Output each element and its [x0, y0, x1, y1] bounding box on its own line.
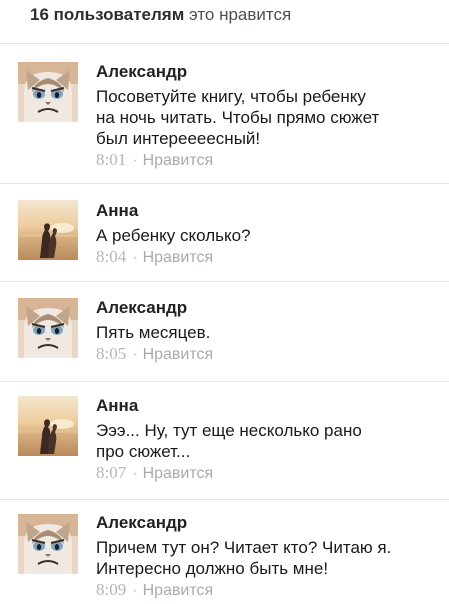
- comment-item: Анна А ребенку сколько? 8:04 · Нравится: [0, 184, 449, 282]
- comment-item: Александр Посоветуйте книгу, чтобы ребен…: [0, 44, 449, 184]
- avatar[interactable]: [18, 62, 78, 122]
- comment-item: Анна Эээ... Ну, тут еще несколько рано п…: [0, 382, 449, 500]
- couple-sunset-avatar-icon: [18, 396, 78, 456]
- comment-author[interactable]: Александр: [96, 298, 443, 318]
- grumpy-cat-avatar-icon: [18, 298, 78, 358]
- comment-meta: 8:09 · Нравится: [96, 580, 443, 601]
- comment-author[interactable]: Анна: [96, 396, 443, 416]
- comment-time[interactable]: 8:05: [96, 344, 126, 363]
- comment-text: А ребенку сколько?: [96, 226, 251, 245]
- comment-meta: 8:04 · Нравится: [96, 247, 443, 268]
- avatar[interactable]: [18, 298, 78, 358]
- separator-dot: ·: [132, 152, 138, 169]
- separator-dot: ·: [132, 346, 138, 363]
- like-button[interactable]: Нравится: [143, 152, 214, 169]
- comment-text: Эээ... Ну, тут еще несколько рано про сю…: [96, 421, 362, 461]
- grumpy-cat-avatar-icon: [18, 62, 78, 122]
- comment-time[interactable]: 8:01: [96, 150, 126, 169]
- like-button[interactable]: Нравится: [143, 249, 214, 266]
- comment-text: Пять месяцев.: [96, 323, 211, 342]
- comment-author[interactable]: Анна: [96, 201, 443, 221]
- comment-meta: 8:07 · Нравится: [96, 463, 443, 484]
- avatar[interactable]: [18, 514, 78, 574]
- separator-dot: ·: [132, 249, 138, 266]
- grumpy-cat-avatar-icon: [18, 514, 78, 574]
- comment-time[interactable]: 8:04: [96, 247, 126, 266]
- avatar[interactable]: [18, 200, 78, 260]
- comment-author[interactable]: Александр: [96, 62, 443, 82]
- comment-meta: 8:05 · Нравится: [96, 344, 443, 365]
- separator-dot: ·: [132, 582, 138, 599]
- comment-text: Причем тут он? Читает кто? Читаю я. Инте…: [96, 538, 392, 578]
- comment-item: Александр Причем тут он? Читает кто? Чит…: [0, 500, 449, 604]
- likes-summary: 16 пользователям это нравится: [0, 0, 449, 44]
- comment-time[interactable]: 8:09: [96, 580, 126, 599]
- comment-item: Александр Пять месяцев. 8:05 · Нравится: [0, 282, 449, 382]
- comment-text: Посоветуйте книгу, чтобы ребенку на ночь…: [96, 87, 380, 148]
- like-button[interactable]: Нравится: [143, 582, 214, 599]
- avatar[interactable]: [18, 396, 78, 456]
- likes-count[interactable]: 16 пользователям: [30, 5, 184, 24]
- like-button[interactable]: Нравится: [143, 465, 214, 482]
- likes-suffix: это нравится: [189, 5, 292, 24]
- comment-meta: 8:01 · Нравится: [96, 150, 443, 171]
- comment-author[interactable]: Александр: [96, 513, 443, 533]
- separator-dot: ·: [132, 465, 138, 482]
- comment-time[interactable]: 8:07: [96, 463, 126, 482]
- couple-sunset-avatar-icon: [18, 200, 78, 260]
- like-button[interactable]: Нравится: [143, 346, 214, 363]
